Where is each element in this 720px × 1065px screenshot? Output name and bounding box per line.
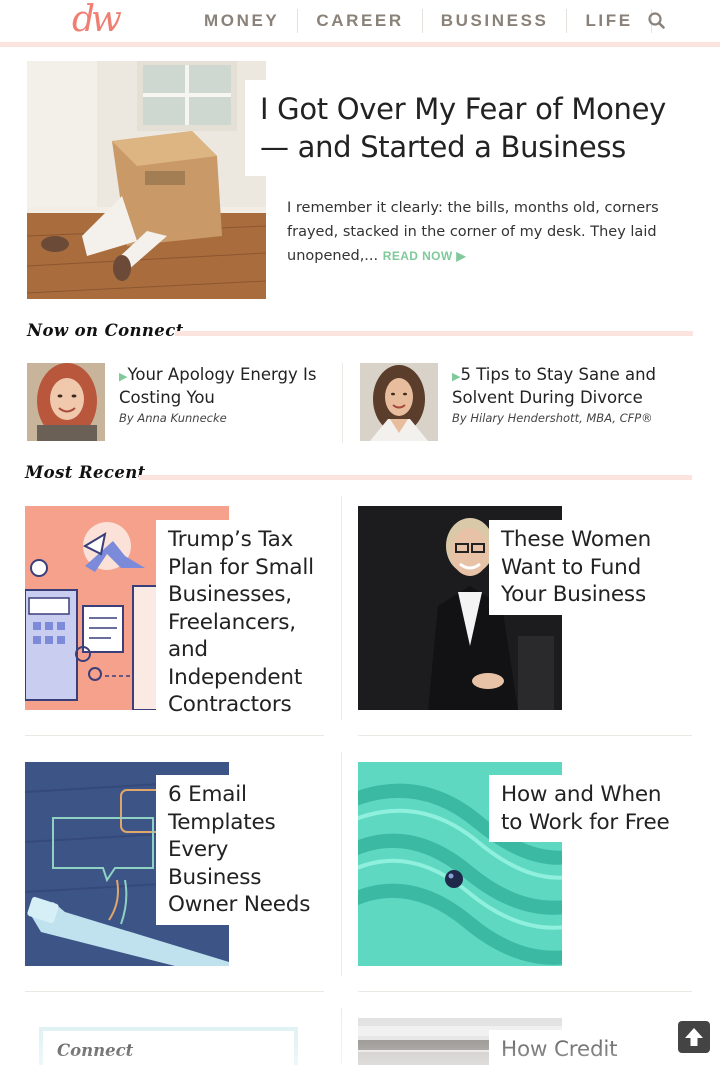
card-2-title-box: These Women Want to Fund Your Business <box>489 520 694 615</box>
row-divider-1 <box>25 735 324 736</box>
connect-thumb-1[interactable] <box>27 363 105 441</box>
search-icon[interactable] <box>646 10 668 32</box>
connect-item-1-title-text[interactable]: Your Apology Energy Is Costing You <box>119 365 316 407</box>
card-1-title[interactable]: Trump’s Tax Plan for Small Businesses, F… <box>168 526 314 719</box>
card-column-divider <box>341 496 342 720</box>
card-3-title-box: 6 Email Templates Every Business Owner N… <box>156 775 336 925</box>
arrow-up-icon <box>685 1028 703 1046</box>
connect-item-1-title[interactable]: ▶Your Apology Energy Is Costing You <box>119 364 339 408</box>
card-4-title-box: How and When to Work for Free <box>489 775 694 842</box>
connect-thumb-2[interactable] <box>360 363 438 441</box>
back-to-top-button[interactable] <box>678 1021 710 1053</box>
connect-item-2-title-text[interactable]: 5 Tips to Stay Sane and Solvent During D… <box>452 365 656 407</box>
read-now-link[interactable]: READ NOW ▶ <box>383 249 466 263</box>
site-header: dw MONEY CAREER BUSINESS LIFE <box>0 0 720 42</box>
now-on-connect-rule <box>175 331 693 336</box>
nav-item-life[interactable]: LIFE <box>567 9 652 33</box>
hero-excerpt: I remember it clearly: the bills, months… <box>287 196 687 268</box>
card-2-title[interactable]: These Women Want to Fund Your Business <box>501 526 684 609</box>
nav-item-career[interactable]: CAREER <box>298 9 423 33</box>
connect-divider <box>342 363 343 443</box>
card-5-title[interactable]: How Credit Card <box>501 1036 669 1065</box>
row-divider-4 <box>358 991 692 992</box>
now-on-connect-heading: Now on Connect <box>27 321 184 340</box>
connect-sidebar-box: Connect <box>39 1027 298 1065</box>
card-1-title-box: Trump’s Tax Plan for Small Businesses, F… <box>156 520 324 725</box>
row-divider-2 <box>358 735 692 736</box>
site-logo[interactable]: dw <box>72 0 122 40</box>
play-triangle-icon: ▶ <box>456 249 466 263</box>
nav-item-money[interactable]: MONEY <box>186 9 299 33</box>
connect-item-2-author: By Hilary Hendershott, MBA, CFP® <box>452 411 653 425</box>
header-divider <box>0 42 720 47</box>
nav-item-business[interactable]: BUSINESS <box>423 9 568 33</box>
main-nav: MONEY CAREER BUSINESS LIFE <box>186 0 652 42</box>
most-recent-heading: Most Recent <box>25 463 146 482</box>
card-4-title[interactable]: How and When to Work for Free <box>501 781 684 836</box>
hero-title[interactable]: I Got Over My Fear of Money — and Starte… <box>260 90 685 166</box>
hero-excerpt-text: I remember it clearly: the bills, months… <box>287 200 659 264</box>
card-5-title-box: How Credit Card <box>489 1030 679 1065</box>
connect-item-1-author: By Anna Kunnecke <box>119 411 227 425</box>
connect-item-2-title[interactable]: ▶5 Tips to Stay Sane and Solvent During … <box>452 364 672 408</box>
card-3-title[interactable]: 6 Email Templates Every Business Owner N… <box>168 781 326 919</box>
hero-image[interactable] <box>27 61 266 299</box>
most-recent-rule <box>139 475 692 480</box>
hero-title-box: I Got Over My Fear of Money — and Starte… <box>245 80 685 176</box>
connect-sidebar-title: Connect <box>57 1041 134 1060</box>
card-column-divider-2 <box>341 752 342 976</box>
card-column-divider-3 <box>341 1008 342 1065</box>
row-divider-3 <box>25 991 324 992</box>
read-now-label[interactable]: READ NOW <box>383 249 453 263</box>
